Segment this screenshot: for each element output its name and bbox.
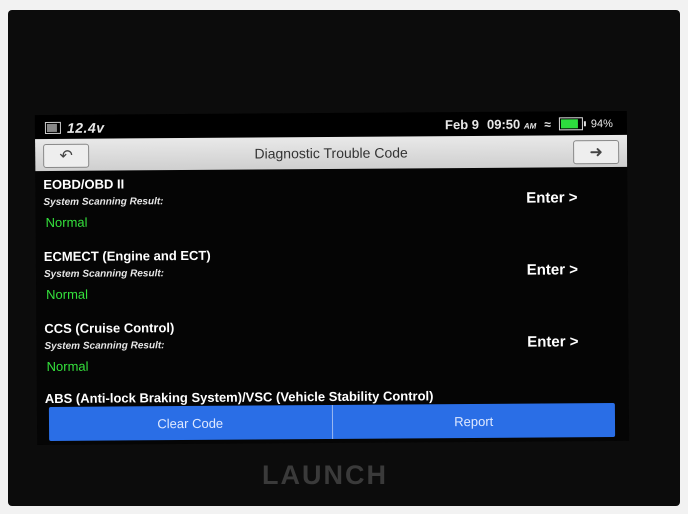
enter-button[interactable]: Enter >	[527, 333, 578, 350]
battery-icon	[558, 117, 583, 131]
car-battery-icon	[44, 121, 61, 135]
list-item[interactable]: EOBD/OBD II System Scanning Result: Norm…	[35, 169, 627, 245]
enter-button[interactable]: Enter >	[527, 261, 578, 278]
list-item[interactable]: ECMECT (Engine and ECT) System Scanning …	[36, 241, 628, 317]
time-value: 09:50	[486, 116, 521, 132]
system-name: EOBD/OBD II	[43, 176, 125, 193]
battery-percent: 94%	[590, 117, 613, 130]
device-screen: 12.4v Feb 9 09:50 AM ≈ 94% ↶ Diagnostic …	[34, 110, 630, 446]
date-text: Feb 9	[444, 116, 480, 133]
system-subtitle: System Scanning Result:	[43, 196, 164, 209]
page-title: Diagnostic Trouble Code	[254, 144, 408, 162]
system-name: CCS (Cruise Control)	[44, 320, 175, 337]
system-subtitle: System Scanning Result:	[44, 340, 165, 353]
time-suffix: AM	[523, 121, 537, 131]
system-subtitle: System Scanning Result:	[43, 268, 165, 281]
bottom-action-bar: Clear Code Report	[48, 403, 616, 441]
report-button[interactable]: Report	[332, 403, 615, 439]
system-status: Normal	[45, 214, 88, 230]
enter-button[interactable]: Enter >	[526, 189, 577, 206]
system-status: Normal	[46, 358, 89, 374]
time-text: 09:50 AM	[487, 117, 536, 132]
wifi-icon: ≈	[544, 116, 551, 132]
system-status: Normal	[46, 286, 89, 302]
voltage-readout: 12.4v	[66, 119, 105, 136]
system-name: ABS (Anti-lock Braking System)/VSC (Vehi…	[44, 388, 434, 407]
exit-icon: ➜	[589, 144, 603, 162]
system-name: ECMECT (Engine and ECT)	[43, 247, 211, 265]
exit-button[interactable]: ➜	[573, 139, 620, 165]
brand-logo: LAUNCH	[262, 460, 388, 490]
title-bar: ↶ Diagnostic Trouble Code ➜	[35, 134, 628, 172]
battery-fill	[560, 119, 578, 129]
clear-code-button[interactable]: Clear Code	[49, 405, 332, 441]
list-item[interactable]: CCS (Cruise Control) System Scanning Res…	[36, 313, 628, 389]
